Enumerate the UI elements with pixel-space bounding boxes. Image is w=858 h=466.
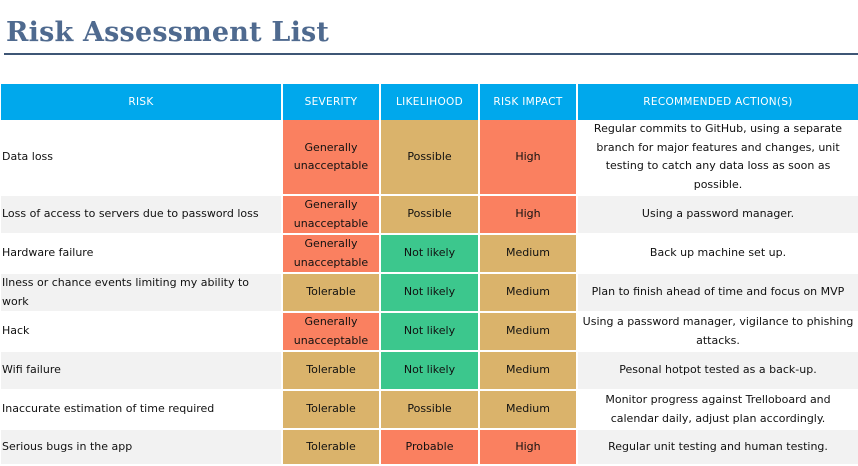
table-row: Hack Generally unacceptable Not likely M… [1,312,858,352]
action-cell: Using a password manager, vigilance to p… [577,312,858,352]
action-cell: Regular commits to GitHub, using a separ… [577,120,858,196]
impact-cell: Medium [479,351,578,391]
impact-cell: High [479,120,578,196]
action-cell: Pesonal hotpot tested as a back-up. [577,351,858,391]
table-row: Ilness or chance events limiting my abil… [1,273,858,313]
severity-cell: Generally unacceptable [282,234,381,274]
likelihood-cell: Not likely [380,234,480,274]
likelihood-cell: Possible [380,390,480,430]
table-row: Inaccurate estimation of time required T… [1,390,858,430]
table-row: Loss of access to servers due to passwor… [1,195,858,235]
action-cell: Plan to finish ahead of time and focus o… [577,273,858,313]
risk-cell: Loss of access to servers due to passwor… [1,195,283,235]
risk-cell: Hack [1,312,283,352]
column-header-severity: SEVERITY [282,84,381,120]
column-header-recommended-actions: RECOMMENDED ACTION(S) [577,84,858,120]
risk-cell: Inaccurate estimation of time required [1,390,283,430]
table-row: Hardware failure Generally unacceptable … [1,234,858,274]
impact-cell: High [479,195,578,235]
impact-cell: Medium [479,234,578,274]
likelihood-cell: Not likely [380,273,480,313]
severity-cell: Tolerable [282,351,381,391]
impact-cell: Medium [479,312,578,352]
page-title: Risk Assessment List [6,17,330,48]
column-header-likelihood: LIKELIHOOD [380,84,480,120]
impact-cell: Medium [479,390,578,430]
severity-cell: Tolerable [282,390,381,430]
action-cell: Back up machine set up. [577,234,858,274]
column-header-risk-impact: RISK IMPACT [479,84,578,120]
likelihood-cell: Probable [380,429,480,466]
risk-cell: Ilness or chance events limiting my abil… [1,273,283,313]
risk-cell: Wifi failure [1,351,283,391]
likelihood-cell: Possible [380,120,480,196]
table-row: Data loss Generally unacceptable Possibl… [1,120,858,196]
action-cell: Regular unit testing and human testing. [577,429,858,466]
severity-cell: Generally unacceptable [282,312,381,352]
severity-cell: Tolerable [282,429,381,466]
table-header-row: RISK SEVERITY LIKELIHOOD RISK IMPACT REC… [1,84,858,120]
column-header-risk: RISK [1,84,283,120]
likelihood-cell: Not likely [380,351,480,391]
title-underline [4,53,858,55]
risk-cell: Hardware failure [1,234,283,274]
action-cell: Using a password manager. [577,195,858,235]
likelihood-cell: Not likely [380,312,480,352]
severity-cell: Generally unacceptable [282,120,381,196]
action-cell: Monitor progress against Trelloboard and… [577,390,858,430]
severity-cell: Generally unacceptable [282,195,381,235]
table-row: Wifi failure Tolerable Not likely Medium… [1,351,858,391]
risk-cell: Serious bugs in the app [1,429,283,466]
impact-cell: High [479,429,578,466]
risk-table: RISK SEVERITY LIKELIHOOD RISK IMPACT REC… [1,84,858,466]
severity-cell: Tolerable [282,273,381,313]
impact-cell: Medium [479,273,578,313]
likelihood-cell: Possible [380,195,480,235]
risk-cell: Data loss [1,120,283,196]
table-row: Serious bugs in the app Tolerable Probab… [1,429,858,466]
